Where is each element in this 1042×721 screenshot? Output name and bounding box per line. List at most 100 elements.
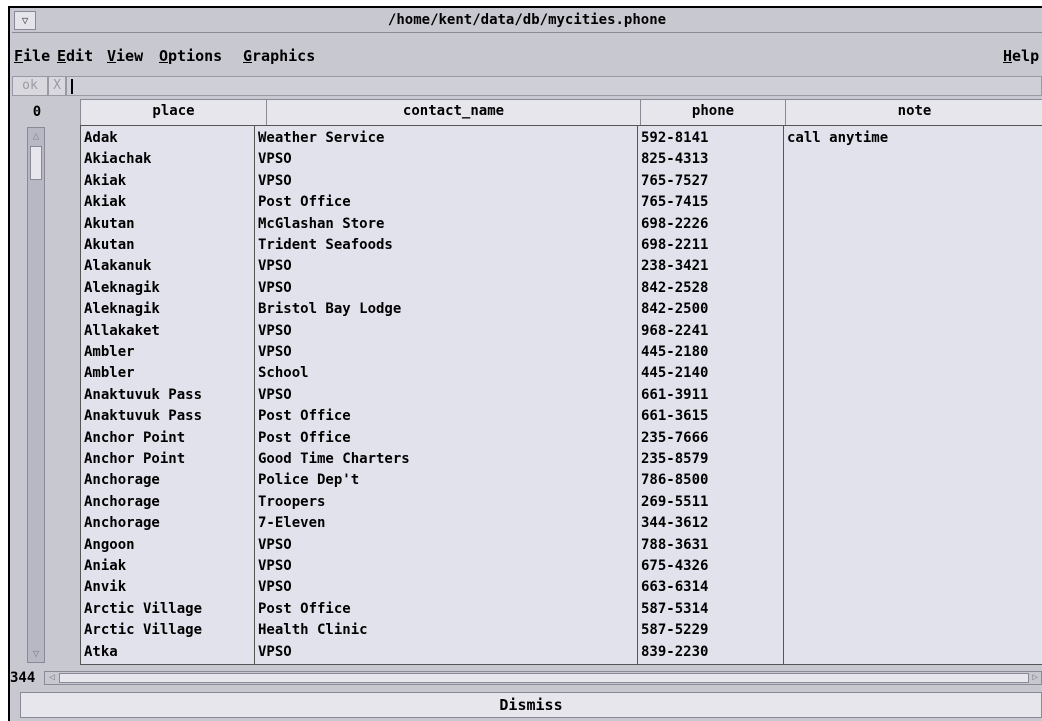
column-header-contact-name[interactable]: contact_name bbox=[266, 99, 641, 126]
column-place[interactable]: Adak Akiachak Akiak Akiak Akutan Akutan Alakan… bbox=[80, 125, 256, 665]
table-cell[interactable]: 445-2180 bbox=[641, 343, 708, 362]
table-cell[interactable]: 839-2230 bbox=[641, 643, 708, 662]
table-cell[interactable]: Akiak bbox=[84, 193, 126, 212]
dismiss-button[interactable]: Dismiss bbox=[20, 692, 1042, 718]
table-cell[interactable]: 7-Eleven bbox=[258, 514, 325, 533]
column-header-note[interactable]: note bbox=[785, 99, 1042, 126]
table-cell[interactable]: Adak bbox=[84, 129, 118, 148]
horizontal-scroll-thumb[interactable] bbox=[59, 673, 1029, 683]
table-cell[interactable]: 238-3421 bbox=[641, 257, 708, 276]
table-cell[interactable]: 765-7415 bbox=[641, 193, 708, 212]
table-cell[interactable]: Police Dep't bbox=[258, 471, 359, 490]
table-cell[interactable]: 675-4326 bbox=[641, 557, 708, 576]
table-cell[interactable]: Arctic Village bbox=[84, 621, 202, 640]
table-cell[interactable]: School bbox=[258, 364, 309, 383]
table-cell[interactable]: Anaktuvuk Pass bbox=[84, 386, 202, 405]
table-cell[interactable]: 661-3615 bbox=[641, 407, 708, 426]
table-cell[interactable]: 235-7666 bbox=[641, 429, 708, 448]
command-input[interactable] bbox=[66, 76, 1042, 96]
table-cell[interactable]: Arctic Village bbox=[84, 600, 202, 619]
table-cell[interactable]: Ambler bbox=[84, 343, 135, 362]
table-cell[interactable]: 661-3911 bbox=[641, 386, 708, 405]
menu-file[interactable]: File bbox=[14, 47, 50, 65]
table-cell[interactable]: 698-2211 bbox=[641, 236, 708, 255]
table-cell[interactable]: Troopers bbox=[258, 493, 325, 512]
vertical-scroll-thumb[interactable] bbox=[30, 146, 42, 180]
table-cell[interactable]: Atka bbox=[84, 643, 118, 662]
table-cell[interactable]: Post Office bbox=[258, 407, 351, 426]
table-cell[interactable]: VPSO bbox=[258, 322, 292, 341]
cancel-button[interactable]: X bbox=[48, 76, 66, 96]
table-cell[interactable]: 698-2226 bbox=[641, 215, 708, 234]
table-cell[interactable]: Trident Seafoods bbox=[258, 236, 393, 255]
table-cell[interactable]: 765-7527 bbox=[641, 172, 708, 191]
table-cell[interactable]: VPSO bbox=[258, 578, 292, 597]
table-cell[interactable]: Weather Service bbox=[258, 129, 384, 148]
column-phone[interactable]: 592-8141 825-4313 765-7527 765-7415 698-2226… bbox=[637, 125, 785, 665]
table-cell[interactable]: Akiachak bbox=[84, 150, 151, 169]
table-cell[interactable]: 445-2140 bbox=[641, 364, 708, 383]
table-cell[interactable]: Aleknagik bbox=[84, 279, 160, 298]
table-cell[interactable]: 592-8141 bbox=[641, 129, 708, 148]
table-cell[interactable]: Aleknagik bbox=[84, 300, 160, 319]
table-cell[interactable]: VPSO bbox=[258, 386, 292, 405]
menu-edit[interactable]: Edit bbox=[57, 47, 93, 65]
table-cell[interactable]: VPSO bbox=[258, 150, 292, 169]
table-cell[interactable]: VPSO bbox=[258, 536, 292, 555]
menu-graphics[interactable]: Graphics bbox=[243, 47, 315, 65]
table-cell[interactable]: Post Office bbox=[258, 429, 351, 448]
scroll-right-arrow-icon[interactable]: ▷ bbox=[1029, 672, 1041, 684]
table-cell[interactable]: Alakanuk bbox=[84, 257, 151, 276]
table-cell[interactable]: Akiak bbox=[84, 172, 126, 191]
table-cell[interactable]: 663-6314 bbox=[641, 578, 708, 597]
table-cell[interactable]: 825-4313 bbox=[641, 150, 708, 169]
table-cell[interactable]: Anchor Point bbox=[84, 450, 185, 469]
scroll-down-arrow-icon[interactable]: ▽ bbox=[29, 647, 43, 661]
table-cell[interactable]: Bristol Bay Lodge bbox=[258, 300, 401, 319]
table-cell[interactable]: Good Time Charters bbox=[258, 450, 410, 469]
table-cell[interactable]: Angoon bbox=[84, 536, 135, 555]
table-cell[interactable]: VPSO bbox=[258, 643, 292, 662]
table-cell[interactable]: Anvik bbox=[84, 578, 126, 597]
table-cell[interactable]: Anchorage bbox=[84, 471, 160, 490]
table-cell[interactable]: McGlashan Store bbox=[258, 215, 384, 234]
table-cell[interactable]: 968-2241 bbox=[641, 322, 708, 341]
menu-options[interactable]: Options bbox=[159, 47, 222, 65]
column-header-phone[interactable]: phone bbox=[640, 99, 786, 126]
scroll-left-arrow-icon[interactable]: ◁ bbox=[45, 672, 59, 684]
ok-button[interactable]: ok bbox=[12, 76, 48, 96]
table-cell[interactable]: 587-5229 bbox=[641, 621, 708, 640]
table-cell[interactable]: 786-8500 bbox=[641, 471, 708, 490]
table-cell[interactable]: Anchorage bbox=[84, 514, 160, 533]
column-note[interactable]: call anytime bbox=[783, 125, 1042, 665]
column-contact-name[interactable]: Weather Service VPSO VPSO Post Office McGlas… bbox=[254, 125, 639, 665]
table-cell[interactable]: VPSO bbox=[258, 557, 292, 576]
table-cell[interactable]: Akutan bbox=[84, 236, 135, 255]
table-cell[interactable]: Allakaket bbox=[84, 322, 160, 341]
table-cell[interactable]: VPSO bbox=[258, 172, 292, 191]
table-cell[interactable]: Anaktuvuk Pass bbox=[84, 407, 202, 426]
table-cell[interactable]: VPSO bbox=[258, 257, 292, 276]
table-cell[interactable]: Anchor Point bbox=[84, 429, 185, 448]
column-header-place[interactable]: place bbox=[80, 99, 267, 126]
table-cell[interactable]: 842-2528 bbox=[641, 279, 708, 298]
horizontal-scrollbar[interactable]: ◁ ▷ bbox=[44, 671, 1042, 685]
table-cell[interactable]: 587-5314 bbox=[641, 600, 708, 619]
menu-view[interactable]: View bbox=[107, 47, 143, 65]
table-cell[interactable]: 344-3612 bbox=[641, 514, 708, 533]
table-cell[interactable]: Ambler bbox=[84, 364, 135, 383]
table-cell[interactable]: Post Office bbox=[258, 600, 351, 619]
table-cell[interactable]: 235-8579 bbox=[641, 450, 708, 469]
table-cell[interactable]: Akutan bbox=[84, 215, 135, 234]
table-cell[interactable]: VPSO bbox=[258, 343, 292, 362]
table-cell[interactable]: Health Clinic bbox=[258, 621, 368, 640]
table-cell[interactable]: Aniak bbox=[84, 557, 126, 576]
scroll-up-arrow-icon[interactable]: △ bbox=[29, 129, 43, 143]
table-cell[interactable]: 269-5511 bbox=[641, 493, 708, 512]
vertical-scrollbar[interactable]: △ ▽ bbox=[27, 127, 45, 663]
table-cell[interactable]: Anchorage bbox=[84, 493, 160, 512]
table-cell[interactable]: 842-2500 bbox=[641, 300, 708, 319]
menu-help[interactable]: Help bbox=[1003, 47, 1039, 65]
table-cell[interactable]: VPSO bbox=[258, 279, 292, 298]
table-cell[interactable]: call anytime bbox=[787, 129, 888, 148]
